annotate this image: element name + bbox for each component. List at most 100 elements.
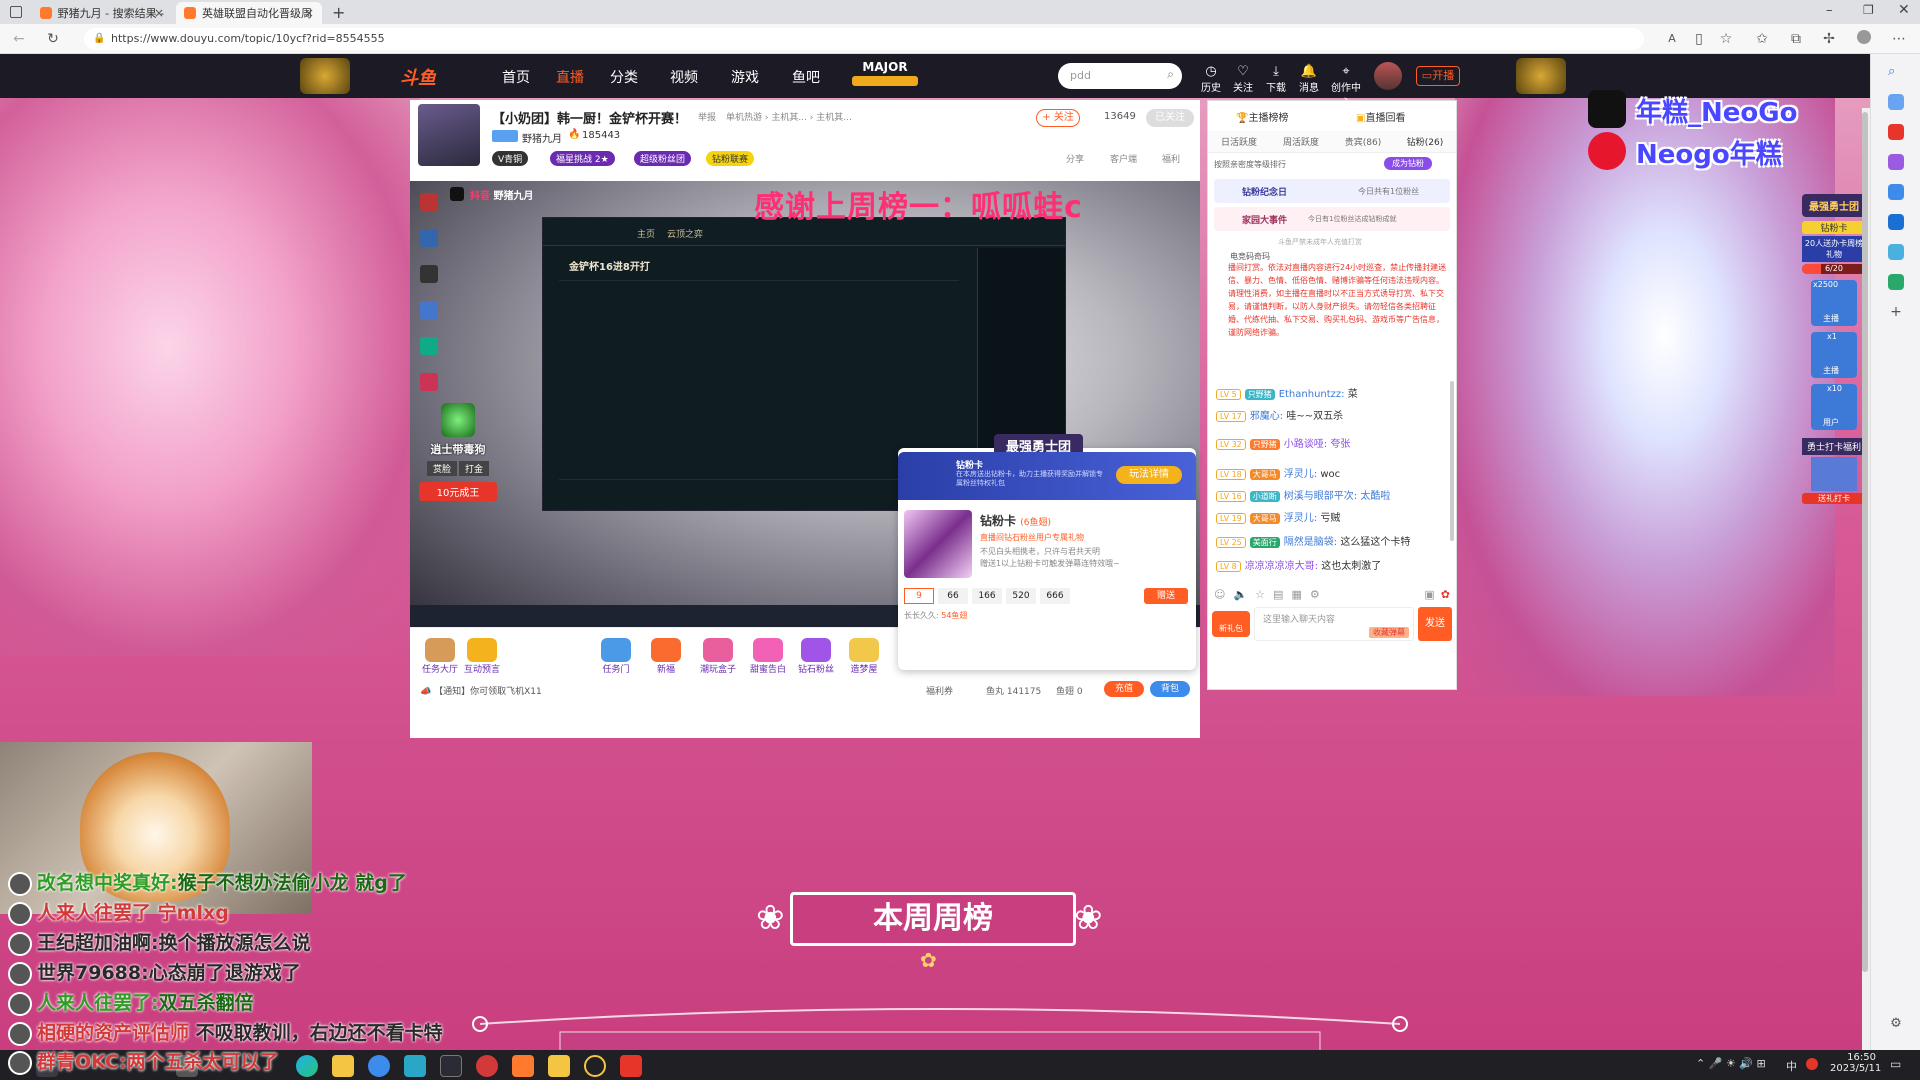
- mini-gift-price[interactable]: 10元成王: [419, 482, 497, 501]
- widget-badge[interactable]: x10 用户: [1811, 384, 1857, 430]
- card-icon[interactable]: ▤: [1273, 588, 1283, 601]
- nav-live[interactable]: 直播: [556, 67, 584, 87]
- page-scrollbar[interactable]: [1862, 108, 1870, 1050]
- quantity-option[interactable]: 9: [904, 588, 934, 604]
- profile-icon[interactable]: [1855, 30, 1873, 48]
- detail-button[interactable]: 玩法详情: [1116, 466, 1182, 484]
- streamer-name[interactable]: 野猪九月: [522, 130, 562, 145]
- close-window-icon[interactable]: ✕: [1898, 2, 1910, 18]
- record-icon[interactable]: [584, 1055, 606, 1077]
- office-icon[interactable]: [1888, 184, 1904, 200]
- follow-list-button[interactable]: ♡ 关注: [1228, 64, 1258, 94]
- user-avatar[interactable]: [1374, 62, 1402, 90]
- anchor-rank-tab[interactable]: 🏆主播榜榜: [1236, 109, 1288, 124]
- chat-user[interactable]: 小路谈哑:: [1284, 439, 1327, 450]
- nav-yuba[interactable]: 鱼吧: [792, 67, 820, 87]
- become-diamond-button[interactable]: 成为钻粉: [1384, 157, 1432, 170]
- settings-icon[interactable]: ⚙: [1888, 1016, 1904, 1032]
- split-screen-icon[interactable]: ▯: [1690, 30, 1708, 48]
- close-tab-icon[interactable]: ×: [154, 6, 164, 20]
- tree-icon[interactable]: [1888, 274, 1904, 290]
- clock[interactable]: 16:50 2023/5/11: [1830, 1052, 1881, 1074]
- chat-user[interactable]: 浮灵儿:: [1284, 513, 1317, 524]
- gift-diamond-fan[interactable]: 钻石粉丝: [796, 638, 836, 675]
- quantity-option[interactable]: 66: [938, 588, 968, 604]
- follow-button[interactable]: + 关注: [1036, 109, 1080, 127]
- chat-user[interactable]: Ethanhuntzz:: [1279, 389, 1345, 400]
- extensions-icon[interactable]: ✢: [1820, 30, 1838, 48]
- mini-gift-widget[interactable]: 逍士带毒狗 赏脸 打金 10元成王: [412, 403, 504, 523]
- add-icon[interactable]: +: [1888, 304, 1904, 320]
- share-link[interactable]: 分享: [1066, 152, 1084, 165]
- gift-prediction[interactable]: 互动预言: [462, 638, 502, 675]
- tab-diamond[interactable]: 钻粉(26): [1394, 135, 1456, 148]
- steam-icon[interactable]: [440, 1055, 462, 1077]
- challenge-badge[interactable]: 福星挑战 2★: [550, 151, 615, 166]
- obs-icon[interactable]: [548, 1055, 570, 1077]
- chat-user[interactable]: 树溪与眼部平次:: [1284, 491, 1357, 502]
- favorite-icon[interactable]: ☆: [1717, 30, 1735, 48]
- gift-confession[interactable]: 甜蜜告白: [748, 638, 788, 675]
- new-gift-pack[interactable]: 新礼包: [1212, 611, 1250, 637]
- history-button[interactable]: ◷ 历史: [1196, 64, 1226, 94]
- settings-icon[interactable]: ⚙: [1310, 588, 1320, 601]
- commemorate-row[interactable]: 钻粉纪念日 今日共有1位粉丝: [1214, 179, 1450, 203]
- gift-blind-box[interactable]: 潮玩盒子: [698, 638, 738, 675]
- nav-home[interactable]: 首页: [502, 67, 530, 87]
- favorites-bar-icon[interactable]: ✩: [1753, 30, 1771, 48]
- new-tab-icon[interactable]: +: [332, 3, 345, 22]
- edge-icon[interactable]: [296, 1055, 318, 1077]
- go-live-button[interactable]: ▭开播: [1416, 66, 1460, 86]
- chat-input[interactable]: 这里输入聊天内容 收藏弹幕: [1254, 607, 1414, 641]
- send-chat-button[interactable]: 发送: [1418, 607, 1452, 641]
- search-input[interactable]: pdd ⌕: [1058, 63, 1182, 89]
- nav-category[interactable]: 分类: [610, 67, 638, 87]
- more-menu-icon[interactable]: ⋯: [1890, 30, 1908, 48]
- gift-box-icon[interactable]: ✿: [1441, 588, 1450, 601]
- gift-dream-house[interactable]: 造梦屋: [844, 638, 884, 675]
- widget-card[interactable]: 钻粉卡: [1802, 221, 1866, 234]
- tab-daily[interactable]: 日活跃度: [1208, 135, 1270, 148]
- games-icon[interactable]: [1888, 154, 1904, 170]
- widget-badge[interactable]: x2500 主播: [1811, 280, 1857, 326]
- tab-search-results[interactable]: 野猪九月 - 搜索结果 - 斗鱼直播 ×: [32, 2, 172, 24]
- gold-button[interactable]: 打金: [459, 461, 490, 476]
- vscode-icon[interactable]: [404, 1055, 426, 1077]
- read-aloud-icon[interactable]: A: [1663, 30, 1681, 48]
- star-icon[interactable]: ☆: [1255, 588, 1265, 601]
- chat-scrollbar[interactable]: [1450, 381, 1454, 541]
- explorer-icon[interactable]: [332, 1055, 354, 1077]
- tab-weekly[interactable]: 周活跃度: [1270, 135, 1332, 148]
- welfare-button[interactable]: 福利券: [926, 684, 953, 697]
- restore-icon[interactable]: ❐: [1863, 3, 1874, 17]
- chat-user[interactable]: 隔然是脑袋:: [1284, 537, 1337, 548]
- follow-state-button[interactable]: 已关注: [1146, 109, 1194, 127]
- recharge-button[interactable]: 充值: [1104, 681, 1144, 697]
- streamer-avatar[interactable]: [418, 104, 480, 166]
- room-category[interactable]: 单机热游 › 主机其... › 主机其...: [726, 110, 852, 123]
- antivirus-icon[interactable]: [1806, 1058, 1818, 1070]
- douyu-app-icon[interactable]: [512, 1055, 534, 1077]
- douyu-logo[interactable]: 斗鱼: [400, 64, 436, 90]
- netease-icon[interactable]: [476, 1055, 498, 1077]
- image-icon[interactable]: ▦: [1291, 588, 1301, 601]
- tab-weekly-rank[interactable]: 英雄联盟自动化晋级周榜 ×: [176, 2, 322, 24]
- quantity-option[interactable]: 666: [1040, 588, 1070, 604]
- refresh-icon[interactable]: ↻: [44, 30, 62, 48]
- diamond-league-badge[interactable]: 钻粉联赛: [706, 151, 755, 166]
- barrage-button[interactable]: 收藏弹幕: [1369, 627, 1409, 638]
- nav-game[interactable]: 游戏: [731, 67, 759, 87]
- notification-icon[interactable]: ▭: [1890, 1057, 1901, 1071]
- emoji-icon[interactable]: ☺: [1214, 588, 1225, 601]
- chrome-icon[interactable]: [368, 1055, 390, 1077]
- gift-task-door[interactable]: 任务门: [596, 638, 636, 675]
- client-link[interactable]: 客户端: [1110, 152, 1137, 165]
- discover-icon[interactable]: [1888, 94, 1904, 110]
- nav-video[interactable]: 视频: [670, 67, 698, 87]
- g-app-icon[interactable]: [620, 1055, 642, 1077]
- sidebar-toggle-icon[interactable]: [10, 6, 22, 18]
- widget-badge[interactable]: x1 主播: [1811, 332, 1857, 378]
- quantity-option[interactable]: 520: [1006, 588, 1036, 604]
- chat-user[interactable]: 邪魔心:: [1250, 411, 1283, 422]
- back-icon[interactable]: ←: [10, 30, 28, 48]
